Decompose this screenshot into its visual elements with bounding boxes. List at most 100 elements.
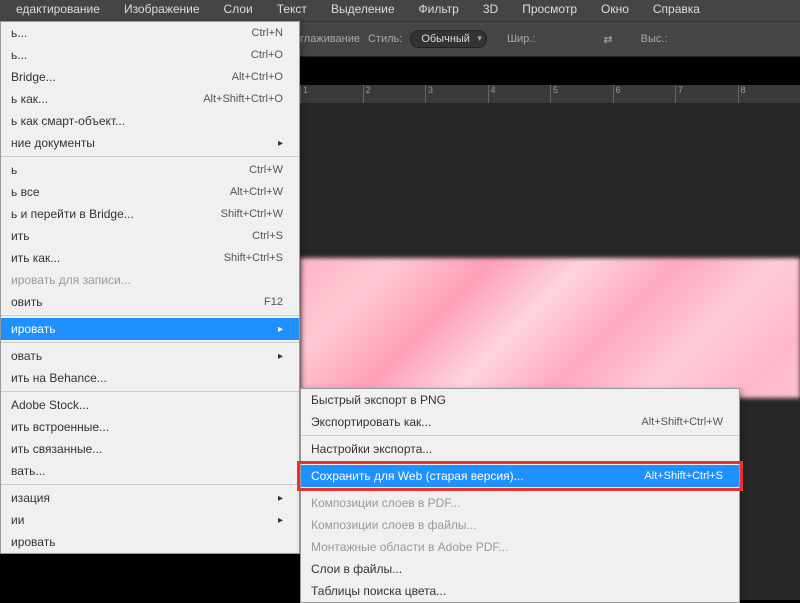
- menu-text[interactable]: Текст: [265, 0, 319, 20]
- export-item-1[interactable]: Экспортировать как... Alt+Shift+Ctrl+W: [301, 411, 739, 433]
- menu-shortcut: F12: [264, 296, 283, 308]
- export-item-5[interactable]: Сохранить для Web (старая версия)... Alt+…: [301, 465, 739, 487]
- menu-separator: [1, 156, 299, 157]
- submenu-arrow-icon: ▸: [278, 351, 283, 362]
- file-item-10[interactable]: итьCtrl+S: [1, 225, 299, 247]
- export-item-8: Композиции слоев в файлы...: [301, 514, 739, 536]
- menubar: едактирование Изображение Слои Текст Выд…: [0, 0, 800, 21]
- file-item-3[interactable]: ь как...Alt+Shift+Ctrl+O: [1, 88, 299, 110]
- menu-layers[interactable]: Слои: [212, 0, 265, 20]
- file-item-2[interactable]: Bridge...Alt+Ctrl+O: [1, 66, 299, 88]
- ruler-mark: 5: [550, 85, 613, 103]
- export-submenu: Быстрый экспорт в PNG Экспортировать как.…: [300, 388, 740, 603]
- submenu-arrow-icon: ▸: [278, 493, 283, 504]
- menu-item-label: ь как...: [11, 92, 48, 106]
- ruler-mark: 4: [488, 85, 551, 103]
- ruler: 1 2 3 4 5 6 7 8: [300, 85, 800, 103]
- ruler-mark: 2: [363, 85, 426, 103]
- menu-item-label: Композиции слоев в файлы...: [311, 518, 477, 532]
- file-item-4[interactable]: ь как смарт-объект...: [1, 110, 299, 132]
- menu-item-label: овать: [11, 349, 42, 363]
- menu-item-label: ить на Behance...: [11, 371, 107, 385]
- document-image: [300, 258, 800, 398]
- file-item-0[interactable]: ь... Ctrl+N: [1, 22, 299, 44]
- menu-item-label: ить встроенные...: [11, 420, 109, 434]
- menu-item-label: ии: [11, 513, 24, 527]
- menu-selection[interactable]: Выделение: [319, 0, 407, 20]
- menu-item-label: Таблицы поиска цвета...: [311, 584, 446, 598]
- file-item-21[interactable]: ить встроенные...: [1, 416, 299, 438]
- menu-item-label: ить связанные...: [11, 442, 102, 456]
- menu-item-label: ь как смарт-объект...: [11, 114, 125, 128]
- export-item-3[interactable]: Настройки экспорта...: [301, 438, 739, 460]
- file-item-20[interactable]: Adobe Stock...: [1, 394, 299, 416]
- ruler-mark: 6: [613, 85, 676, 103]
- menu-item-label: ировать: [11, 535, 55, 549]
- menu-view[interactable]: Просмотр: [510, 0, 589, 20]
- file-item-22[interactable]: ить связанные...: [1, 438, 299, 460]
- file-item-13[interactable]: овить F12: [1, 291, 299, 313]
- file-item-1[interactable]: ь...Ctrl+O: [1, 44, 299, 66]
- menu-item-label: ировать: [11, 322, 55, 336]
- file-item-12: ировать для записи...: [1, 269, 299, 291]
- menu-item-label: изация: [11, 491, 50, 505]
- menu-item-label: Настройки экспорта...: [311, 442, 432, 456]
- menu-window[interactable]: Окно: [589, 0, 641, 20]
- file-item-23[interactable]: вать...: [1, 460, 299, 482]
- menu-shortcut: Shift+Ctrl+W: [221, 208, 283, 220]
- menu-item-label: Композиции слоев в PDF...: [311, 496, 460, 510]
- style-label: Стиль:: [368, 33, 402, 45]
- file-item-11[interactable]: ить как...Shift+Ctrl+S: [1, 247, 299, 269]
- export-item-9: Монтажные области в Adobe PDF...: [301, 536, 739, 558]
- swap-icon[interactable]: ⇄: [603, 33, 612, 46]
- file-item-8[interactable]: ь все Alt+Ctrl+W: [1, 181, 299, 203]
- menu-separator: [1, 315, 299, 316]
- file-menu-dropdown: ь...Ctrl+Nь...Ctrl+OBridge...Alt+Ctrl+Oь…: [0, 21, 300, 554]
- file-item-25[interactable]: изация ▸: [1, 487, 299, 509]
- file-item-27[interactable]: ировать: [1, 531, 299, 553]
- menu-shortcut: Alt+Shift+Ctrl+S: [644, 470, 723, 482]
- menu-separator: [301, 435, 739, 436]
- menu-help[interactable]: Справка: [641, 0, 712, 20]
- menu-separator: [1, 391, 299, 392]
- menu-item-label: Слои в файлы...: [311, 562, 402, 576]
- menu-3d[interactable]: 3D: [471, 0, 510, 20]
- menu-shortcut: Alt+Shift+Ctrl+W: [641, 416, 723, 428]
- menu-filter[interactable]: Фильтр: [407, 0, 471, 20]
- ruler-mark: 1: [300, 85, 363, 103]
- menu-separator: [301, 489, 739, 490]
- export-item-0[interactable]: Быстрый экспорт в PNG: [301, 389, 739, 411]
- menu-image[interactable]: Изображение: [112, 0, 212, 20]
- export-item-10[interactable]: Слои в файлы...: [301, 558, 739, 580]
- menu-item-label: овить: [11, 295, 43, 309]
- menu-item-label: Сохранить для Web (старая версия)...: [311, 469, 524, 483]
- file-item-5[interactable]: ние документы▸: [1, 132, 299, 154]
- menu-item-label: ь и перейти в Bridge...: [11, 207, 134, 221]
- ruler-mark: 3: [425, 85, 488, 103]
- menu-shortcut: Alt+Ctrl+O: [232, 71, 283, 83]
- ruler-mark: 8: [738, 85, 800, 103]
- menu-shortcut: Alt+Ctrl+W: [230, 186, 283, 198]
- menu-item-label: Быстрый экспорт в PNG: [311, 393, 446, 407]
- height-label: Выс.:: [641, 33, 668, 45]
- file-item-15[interactable]: ировать▸: [1, 318, 299, 340]
- menu-item-label: ить: [11, 229, 29, 243]
- menu-shortcut: Ctrl+O: [251, 49, 283, 61]
- export-item-11[interactable]: Таблицы поиска цвета...: [301, 580, 739, 602]
- menu-item-label: ь...: [11, 26, 27, 40]
- file-item-9[interactable]: ь и перейти в Bridge... Shift+Ctrl+W: [1, 203, 299, 225]
- file-item-7[interactable]: ьCtrl+W: [1, 159, 299, 181]
- menu-item-label: ь все: [11, 185, 40, 199]
- style-select[interactable]: Обычный: [410, 30, 487, 48]
- file-item-17[interactable]: овать ▸: [1, 345, 299, 367]
- submenu-arrow-icon: ▸: [278, 138, 283, 149]
- file-item-26[interactable]: ии▸: [1, 509, 299, 531]
- menu-edit[interactable]: едактирование: [4, 0, 112, 20]
- menu-item-label: Adobe Stock...: [11, 398, 89, 412]
- menu-item-label: Экспортировать как...: [311, 415, 431, 429]
- menu-item-label: вать...: [11, 464, 45, 478]
- menu-shortcut: Ctrl+N: [252, 27, 283, 39]
- menu-item-label: Монтажные области в Adobe PDF...: [311, 540, 508, 554]
- menu-separator: [1, 342, 299, 343]
- file-item-18[interactable]: ить на Behance...: [1, 367, 299, 389]
